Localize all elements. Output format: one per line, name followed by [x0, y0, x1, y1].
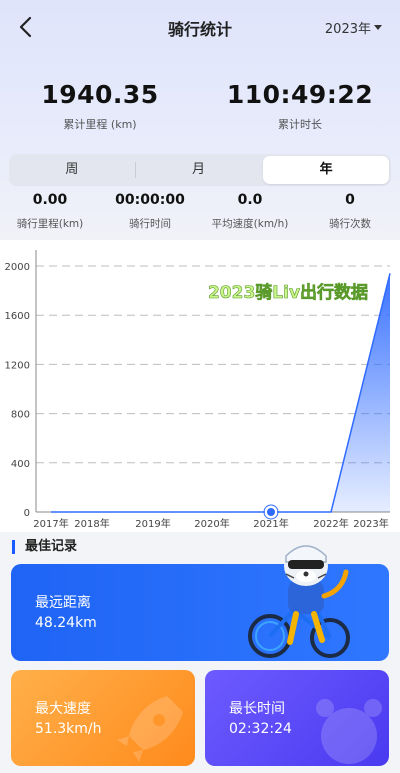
- period-distance-label: 骑行里程(km): [16, 218, 84, 230]
- chart-watermark: 2023骑Liv出行数据: [208, 282, 368, 303]
- x-tick-label: 2019年: [135, 517, 170, 530]
- longest-distance-value: 48.24km: [35, 615, 97, 631]
- period-tabs: 周 月 年: [9, 154, 391, 186]
- total-distance-value: 1940.35: [41, 80, 159, 109]
- year-selector-label: 2023年: [324, 22, 371, 37]
- period-ride-count-value: 0: [345, 192, 355, 208]
- period-time-value: 00:00:00: [115, 192, 185, 208]
- total-duration-label: 累计时长: [278, 118, 322, 131]
- period-distance-value: 0.00: [32, 192, 68, 208]
- longest-time-value: 02:32:24: [229, 721, 292, 737]
- tiger-cyclist-mascot-icon: [248, 545, 350, 658]
- x-tick-label: 2021年: [253, 517, 288, 530]
- longest-distance-label: 最远距离: [35, 595, 91, 611]
- period-ride-count-label: 骑行次数: [329, 218, 371, 230]
- longest-time-label: 最长时间: [229, 701, 285, 717]
- best-records-title: 最佳记录: [12, 540, 77, 554]
- x-tick-label: 2018年: [74, 517, 109, 530]
- tab-year[interactable]: 年: [263, 156, 390, 184]
- total-distance-label: 累计里程 (km): [63, 118, 137, 131]
- y-tick-label: 2000: [5, 262, 30, 273]
- series-line: [51, 273, 391, 513]
- y-tick-label: 1600: [5, 311, 30, 322]
- max-speed-card[interactable]: 最大速度 51.3km/h: [11, 670, 195, 766]
- selected-point: [265, 506, 277, 518]
- y-tick-label: 400: [11, 459, 30, 470]
- y-tick-label: 1200: [5, 360, 30, 371]
- x-tick-label: 2017年: [33, 517, 68, 530]
- total-distance-stat: 1940.35 累计里程 (km): [0, 80, 200, 132]
- max-speed-value: 51.3km/h: [35, 721, 102, 737]
- x-tick-label: 2023年: [353, 517, 388, 530]
- period-avg-speed-value: 0.0: [237, 192, 263, 208]
- nav-bar: 骑行统计 2023年: [0, 0, 400, 54]
- period-stats: 0.00 骑行里程(km) 00:00:00 骑行时间 0.0 平均速度(km/…: [0, 192, 400, 231]
- x-tick-label: 2020年: [194, 517, 229, 530]
- year-selector[interactable]: 2023年: [325, 18, 382, 37]
- total-duration-value: 110:49:22: [226, 80, 374, 109]
- yearly-distance-chart[interactable]: 0 400 800 1200 1600 2000 2017年 2018年 2019年 2020年 2…: [0, 240, 400, 532]
- max-speed-label: 最大速度: [35, 701, 91, 717]
- period-time: 00:00:00 骑行时间: [100, 192, 200, 231]
- tab-week[interactable]: 周: [9, 154, 135, 186]
- total-duration-stat: 110:49:22 累计时长: [200, 80, 400, 132]
- alarm-clock-icon: [316, 699, 382, 764]
- y-tick-label: 800: [11, 410, 30, 421]
- longest-time-card[interactable]: 最长时间 02:32:24: [205, 670, 389, 766]
- chart-svg: 0 400 800 1200 1600 2000 2017年 2018年 2019年 2020年 2…: [5, 250, 391, 530]
- rocket-icon: [117, 696, 183, 762]
- period-distance: 0.00 骑行里程(km): [0, 192, 100, 231]
- y-tick-label: 0: [24, 508, 30, 519]
- tab-month[interactable]: 月: [136, 154, 262, 186]
- period-ride-count: 0 骑行次数: [300, 192, 400, 231]
- period-avg-speed: 0.0 平均速度(km/h): [200, 192, 300, 231]
- x-tick-label: 2022年: [313, 517, 348, 530]
- caret-down-icon: [374, 25, 382, 30]
- period-time-label: 骑行时间: [129, 218, 171, 230]
- period-avg-speed-label: 平均速度(km/h): [211, 218, 289, 230]
